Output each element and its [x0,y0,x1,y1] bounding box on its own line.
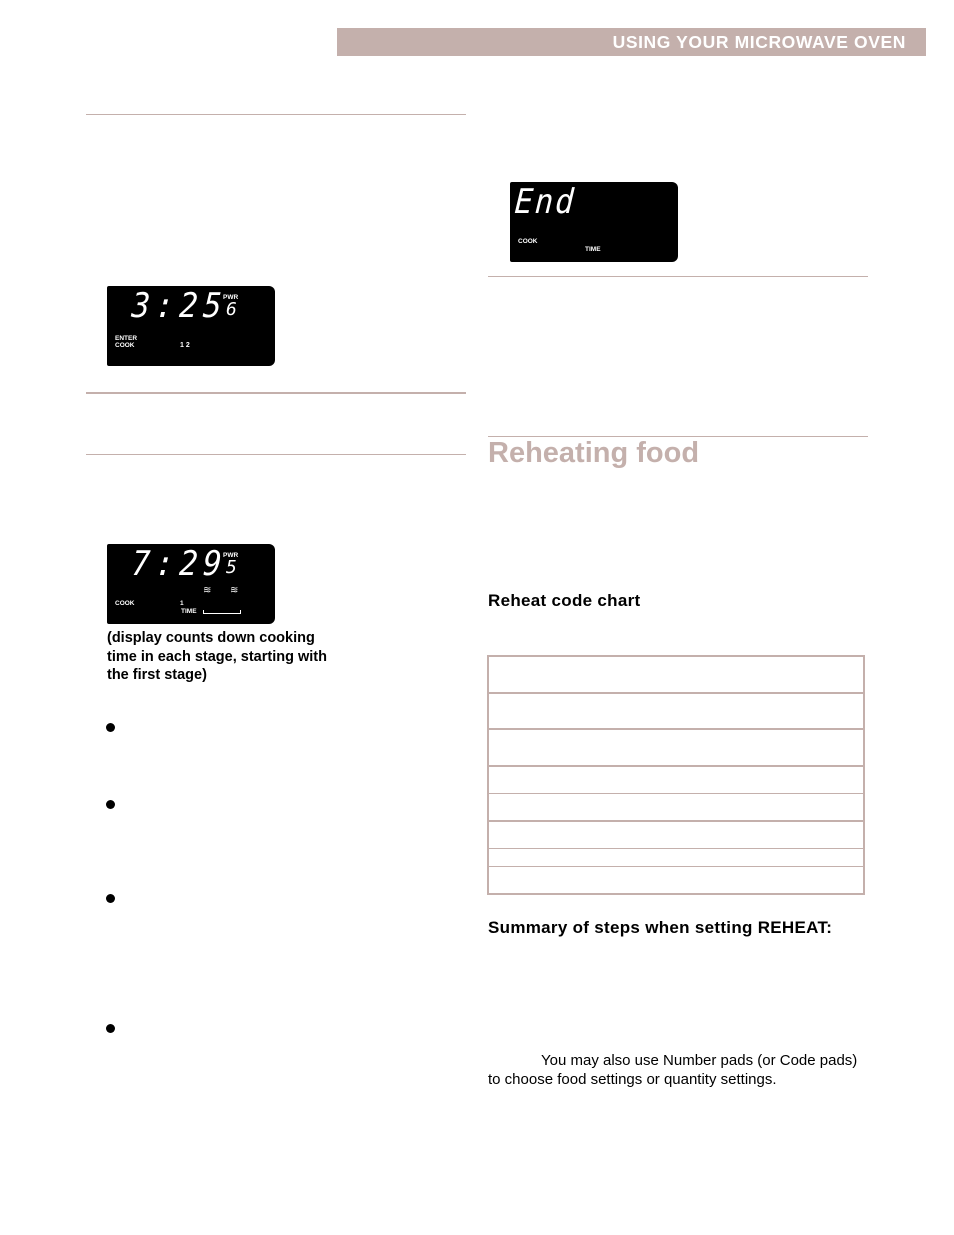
summary-heading: Summary of steps when setting REHEAT: [488,918,833,937]
display-end-text: End [513,182,577,222]
display-time-label: TIME [181,608,197,615]
bullet [106,1024,115,1033]
display-power-value: 6 [226,299,237,320]
display-stage: 1 [180,600,184,607]
display-stages: 1 2 [180,342,190,349]
display-time: 7:29 [130,544,229,584]
display-power-value: 5 [226,557,237,578]
table-row [488,847,864,867]
microwave-wave-icon: ≋ [230,585,239,596]
chart-heading: Reheat code chart [488,591,641,610]
microwave-wave-icon: ≋ [203,585,212,596]
table-row [488,728,864,766]
table-row [488,819,864,849]
reheat-note: You may also use Number pads (or Code pa… [488,1052,858,1089]
oven-display-end: End COOK TIME [510,182,678,262]
display-label-cook: COOK [518,238,538,245]
header-title: USING YOUR MICROWAVE OVEN [612,32,906,52]
bullet [106,894,115,903]
reheat-code-chart [487,655,865,895]
section-title: Reheating food [488,437,700,469]
display-label-enter: ENTER [115,335,138,342]
table-row [488,865,864,894]
divider [86,392,466,394]
table-row [488,792,864,821]
display-time-label: TIME [585,246,601,253]
bullet [106,723,115,732]
display-caption: (display counts down cooking time in eac… [107,630,327,683]
bullet [106,800,115,809]
oven-display-cook-stages: 3:25 PWR 6 ENTER COOK 1 2 [107,286,275,366]
divider [86,454,466,455]
divider [86,114,466,115]
display-time: 3:25 [130,286,229,326]
note-text: You may also use Number pads (or Code pa… [488,1052,858,1088]
header-bar: USING YOUR MICROWAVE OVEN [337,28,926,56]
stage-bracket [203,610,241,614]
display-label-cook: COOK [115,342,135,349]
divider [488,276,868,277]
table-row [488,691,864,730]
oven-display-countdown: 7:29 PWR 5 ≋ ≋ COOK 1 TIME [107,544,275,624]
display-label-cook: COOK [115,600,135,607]
table-row [488,656,864,693]
table-row [488,764,864,794]
